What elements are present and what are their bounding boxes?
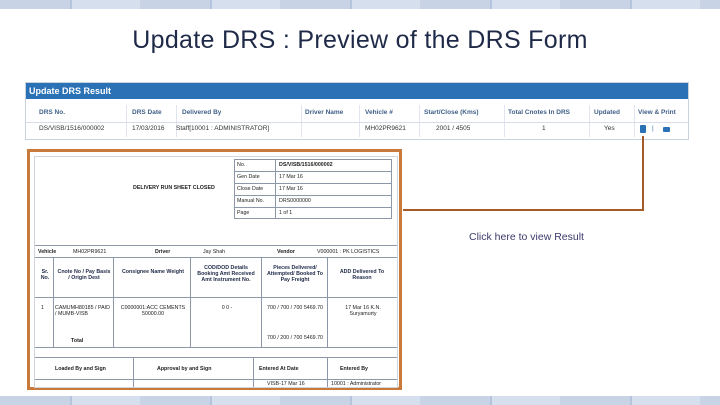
info-row-divider bbox=[234, 183, 392, 184]
info-label-page: Page bbox=[237, 210, 250, 216]
connector-line-vertical bbox=[642, 136, 644, 211]
col-header-add: ADD Delivered To Reason bbox=[339, 269, 385, 281]
col-divider bbox=[327, 357, 328, 387]
row-divider bbox=[35, 257, 397, 258]
cell-drs-no: DS/VISB/1516/000002 bbox=[39, 125, 105, 132]
vendor-label: Vendor bbox=[277, 249, 295, 255]
col-header-cod: COD/DOD Details Booking Amt Received Amt… bbox=[197, 265, 255, 283]
cell-total-cnotes: 1 bbox=[542, 125, 546, 132]
bottom-decorative-stripe bbox=[0, 396, 720, 405]
footer-entered-by-value: 10001 : Administrator bbox=[331, 381, 382, 387]
info-value-no: DS/VISB/1516/000002 bbox=[279, 162, 333, 168]
header-driver-name[interactable]: Driver Name bbox=[305, 107, 343, 119]
header-drs-no[interactable]: DRS No. bbox=[39, 107, 65, 119]
total-label: Total bbox=[71, 338, 84, 344]
footer-approval-by: Approval by and Sign bbox=[157, 366, 212, 372]
row-add: 17 Mar 16 K.N. Suryamurty bbox=[345, 305, 381, 317]
driver-value: Jay Shah bbox=[203, 249, 226, 255]
table-row: DS/VISB/1516/000002 17/03/2016 Staff[100… bbox=[26, 122, 688, 135]
col-divider bbox=[53, 257, 54, 347]
row-divider bbox=[35, 245, 397, 246]
drs-form-preview: DELIVERY RUN SHEET CLOSED No. DS/VISB/15… bbox=[27, 149, 402, 390]
header-start-close-kms[interactable]: Start/Close (Kms) bbox=[424, 107, 479, 119]
header-view-print[interactable]: View & Print bbox=[638, 107, 676, 119]
print-icon[interactable] bbox=[663, 127, 670, 132]
drs-result-grid: Update DRS Result DRS No. DRS Date Deliv… bbox=[25, 82, 689, 140]
footer-entered-at-value: VISB-17 Mar 16 bbox=[267, 381, 305, 387]
col-divider bbox=[133, 357, 134, 387]
top-decorative-stripe bbox=[0, 0, 720, 9]
connector-line-horizontal bbox=[403, 209, 644, 211]
info-row-divider bbox=[234, 171, 392, 172]
cell-delivered-by: Staff[10001 : ADMINISTRATOR] bbox=[176, 125, 270, 132]
col-divider bbox=[253, 357, 254, 387]
vehicle-label: Vehicle bbox=[38, 249, 57, 255]
form-heading: DELIVERY RUN SHEET CLOSED bbox=[133, 185, 215, 191]
info-value-page: 1 of 1 bbox=[279, 210, 293, 216]
row-divider bbox=[35, 379, 397, 380]
header-vehicle[interactable]: Vehicle # bbox=[365, 107, 393, 119]
click-instruction-note: Click here to view Result bbox=[469, 231, 584, 243]
header-updated[interactable]: Updated bbox=[594, 107, 620, 119]
header-drs-date[interactable]: DRS Date bbox=[132, 107, 162, 119]
vehicle-value: MH02PR9621 bbox=[73, 249, 107, 255]
grid-header-row: DRS No. DRS Date Delivered By Driver Nam… bbox=[26, 107, 688, 119]
info-label-no: No. bbox=[237, 162, 246, 168]
info-box-divider bbox=[275, 159, 276, 219]
info-label-manual-no: Manual No. bbox=[237, 198, 265, 204]
header-delivered-by[interactable]: Delivered By bbox=[182, 107, 221, 119]
row-sr-no: 1 bbox=[41, 305, 44, 311]
col-header-pieces: Pieces Delivered/ Attempted/ Booked To P… bbox=[266, 265, 324, 283]
row-divider bbox=[35, 297, 397, 298]
row-divider bbox=[35, 357, 397, 358]
row-cod: 0 0 - bbox=[221, 305, 233, 311]
info-row-divider bbox=[234, 207, 392, 208]
col-divider bbox=[113, 257, 114, 347]
footer-entered-by: Entered By bbox=[340, 366, 368, 372]
cell-vehicle: MH02PR9621 bbox=[365, 125, 406, 132]
footer-loaded-by: Loaded By and Sign bbox=[55, 366, 106, 372]
info-label-close-date: Close Date bbox=[237, 186, 264, 192]
col-header-consignee: Consignee Name Weight bbox=[121, 269, 184, 275]
info-value-manual-no: DRS0000000 bbox=[279, 198, 311, 204]
vendor-value: V000001 : PK LOGISTICS bbox=[317, 249, 380, 255]
cell-updated: Yes bbox=[604, 125, 615, 132]
view-document-icon[interactable] bbox=[640, 125, 646, 133]
col-header-sr-no: Sr. No. bbox=[40, 269, 50, 281]
info-row-divider bbox=[234, 195, 392, 196]
header-total-cnotes[interactable]: Total Cnotes In DRS bbox=[508, 107, 570, 119]
col-divider bbox=[261, 257, 262, 347]
info-value-close-date: 17 Mar 16 bbox=[279, 186, 303, 192]
cell-drs-date: 17/03/2016 bbox=[132, 125, 165, 132]
row-consignee: C0000001:ACC CEMENTS 50000.00 bbox=[120, 305, 186, 317]
footer-entered-at: Entered At Date bbox=[259, 366, 299, 372]
row-pieces: 700 / 700 / 700 5469.70 bbox=[267, 305, 323, 311]
col-divider bbox=[190, 257, 191, 347]
info-label-gen-date: Gen Date bbox=[237, 174, 260, 180]
info-value-gen-date: 17 Mar 16 bbox=[279, 174, 303, 180]
grid-title: Update DRS Result bbox=[26, 83, 688, 99]
row-cnote: CAMUMH80185 / PAID / MUMB-VISB bbox=[55, 305, 110, 317]
drs-form-sheet: DELIVERY RUN SHEET CLOSED No. DS/VISB/15… bbox=[34, 156, 398, 388]
view-print-separator: | bbox=[652, 125, 654, 132]
row-divider bbox=[35, 347, 397, 348]
driver-label: Driver bbox=[155, 249, 171, 255]
col-divider bbox=[327, 257, 328, 347]
col-header-cnote: Cnote No / Pay Basis / Origin Dest bbox=[57, 269, 111, 281]
cell-start-close-kms: 2001 / 4505 bbox=[436, 125, 471, 132]
total-pieces: 700 / 200 / 700 5469.70 bbox=[267, 335, 323, 341]
slide-title: Update DRS : Preview of the DRS Form bbox=[132, 26, 588, 54]
